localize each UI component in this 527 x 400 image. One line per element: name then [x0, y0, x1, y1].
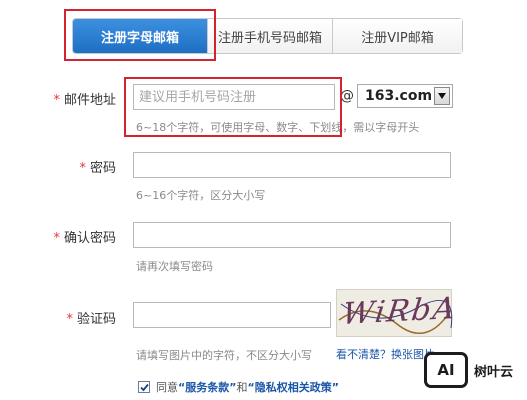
captcha-input[interactable]: [133, 302, 331, 328]
email-domain-value: 163.com: [365, 88, 433, 104]
confirm-password-input[interactable]: [133, 222, 451, 248]
required-mark: *: [53, 231, 60, 246]
tab-vip-email[interactable]: 注册VIP邮箱: [332, 19, 462, 53]
captcha-image[interactable]: WiRbA: [336, 289, 459, 337]
agreement-and: 和: [236, 381, 248, 394]
captcha-hint: 请填写图片中的字符，不区分大小写: [136, 349, 312, 362]
chevron-down-icon[interactable]: [434, 87, 450, 105]
password-input[interactable]: [133, 152, 451, 178]
agreement-row: 同意 “服务条款” 和 “隐私权相关政策”: [138, 379, 339, 395]
highlight-box-tab: [64, 9, 216, 61]
highlight-box-email: [124, 77, 342, 137]
watermark-name: 树叶云: [474, 364, 514, 380]
required-mark: *: [66, 312, 73, 327]
email-label: * 邮件地址: [53, 93, 116, 108]
password-label: * 密码: [79, 161, 116, 176]
check-icon: [139, 383, 149, 391]
required-mark: *: [53, 93, 60, 108]
confirm-password-hint: 请再次填写密码: [136, 260, 213, 273]
watermark: AI 树叶云: [424, 352, 513, 388]
captcha-label: * 验证码: [66, 312, 116, 327]
email-domain-select[interactable]: 163.com: [357, 84, 453, 108]
agreement-checkbox[interactable]: [138, 381, 150, 393]
refresh-captcha-link[interactable]: 看不清楚？换张图片: [336, 346, 435, 362]
privacy-link[interactable]: “隐私权相关政策”: [247, 379, 338, 395]
terms-link[interactable]: “服务条款”: [178, 379, 236, 395]
captcha-text: WiRbA: [340, 291, 459, 332]
required-mark: *: [79, 161, 86, 176]
watermark-logo: AI: [424, 352, 468, 388]
at-sign: @: [340, 88, 354, 104]
password-hint: 6~16个字符，区分大小写: [136, 189, 266, 202]
confirm-password-label: * 确认密码: [53, 231, 116, 246]
tab-mobile-email[interactable]: 注册手机号码邮箱: [207, 19, 332, 53]
agreement-prefix: 同意: [156, 381, 178, 394]
